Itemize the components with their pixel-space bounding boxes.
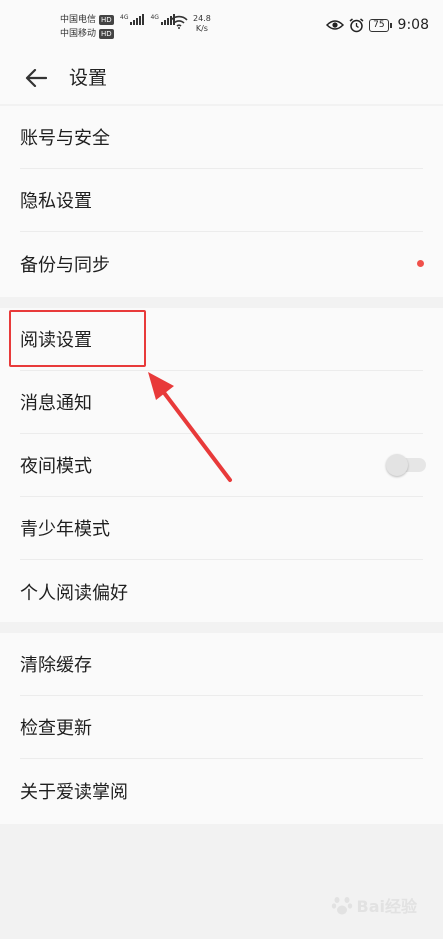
- settings-item-about[interactable]: 关于爱读掌阅: [20, 759, 423, 822]
- settings-item-label: 个人阅读偏好: [20, 582, 128, 604]
- back-arrow-icon: [25, 69, 47, 87]
- toggle-knob: [386, 454, 408, 476]
- settings-item-backup-sync[interactable]: 备份与同步: [20, 232, 424, 295]
- annotation-arrow-icon: [148, 372, 232, 482]
- wifi-icon: [170, 15, 188, 29]
- settings-item-account-security[interactable]: 账号与安全: [20, 106, 423, 169]
- status-bar: 中国电信 HD 中国移动 HD 4G 4G 24.8 K/s 75 9:08: [0, 0, 443, 52]
- back-button[interactable]: [22, 64, 50, 92]
- speed-unit: K/s: [195, 24, 208, 33]
- settings-item-label: 隐私设置: [20, 191, 92, 212]
- settings-group-app: 清除缓存 检查更新 关于爱读掌阅: [0, 633, 443, 824]
- network-type-label: 4G: [120, 14, 129, 21]
- speed-value: 24.8: [193, 14, 211, 23]
- settings-item-label: 备份与同步: [20, 254, 110, 276]
- watermark: Bai经验: [331, 893, 417, 917]
- paw-logo-icon: [331, 897, 352, 915]
- settings-item-teen-mode[interactable]: 青少年模式: [20, 497, 423, 560]
- carrier-info: 中国电信 HD 中国移动 HD: [60, 13, 114, 41]
- settings-item-reading-preferences[interactable]: 个人阅读偏好: [20, 560, 423, 623]
- settings-item-label: 账号与安全: [20, 128, 110, 149]
- settings-item-label: 关于爱读掌阅: [20, 781, 128, 803]
- settings-item-label: 夜间模式: [20, 456, 92, 477]
- battery-indicator: 75: [369, 18, 393, 32]
- carrier-2-label: 中国移动: [60, 29, 97, 39]
- settings-item-privacy[interactable]: 隐私设置: [20, 169, 423, 232]
- settings-group-account: 账号与安全 隐私设置 备份与同步: [0, 106, 443, 297]
- settings-item-label: 青少年模式: [20, 519, 110, 540]
- settings-item-label: 清除缓存: [20, 655, 92, 676]
- notification-dot: [417, 260, 424, 267]
- settings-item-check-update[interactable]: 检查更新: [20, 696, 423, 759]
- network-type-label: 4G: [150, 14, 159, 21]
- settings-item-label: 检查更新: [20, 718, 92, 739]
- signal-icon: 4G: [120, 14, 145, 25]
- app-header: 设置: [0, 52, 443, 104]
- clock: 9:08: [397, 17, 429, 33]
- network-speed: 24.8 K/s: [193, 14, 211, 34]
- watermark-text: Bai经验: [356, 897, 417, 916]
- annotation-highlight-box: [9, 310, 146, 367]
- status-right: 75 9:08: [326, 17, 429, 33]
- settings-item-label: 消息通知: [20, 393, 92, 414]
- eye-icon: [326, 20, 345, 30]
- settings-item-clear-cache[interactable]: 清除缓存: [20, 633, 423, 696]
- alarm-icon: [349, 17, 364, 32]
- signal-indicators: 4G 4G: [120, 14, 175, 25]
- page-title: 设置: [69, 67, 108, 89]
- hd-badge: HD: [99, 15, 114, 25]
- night-mode-toggle[interactable]: [386, 454, 426, 476]
- carrier-1-label: 中国电信: [60, 15, 97, 25]
- hd-badge: HD: [99, 29, 114, 39]
